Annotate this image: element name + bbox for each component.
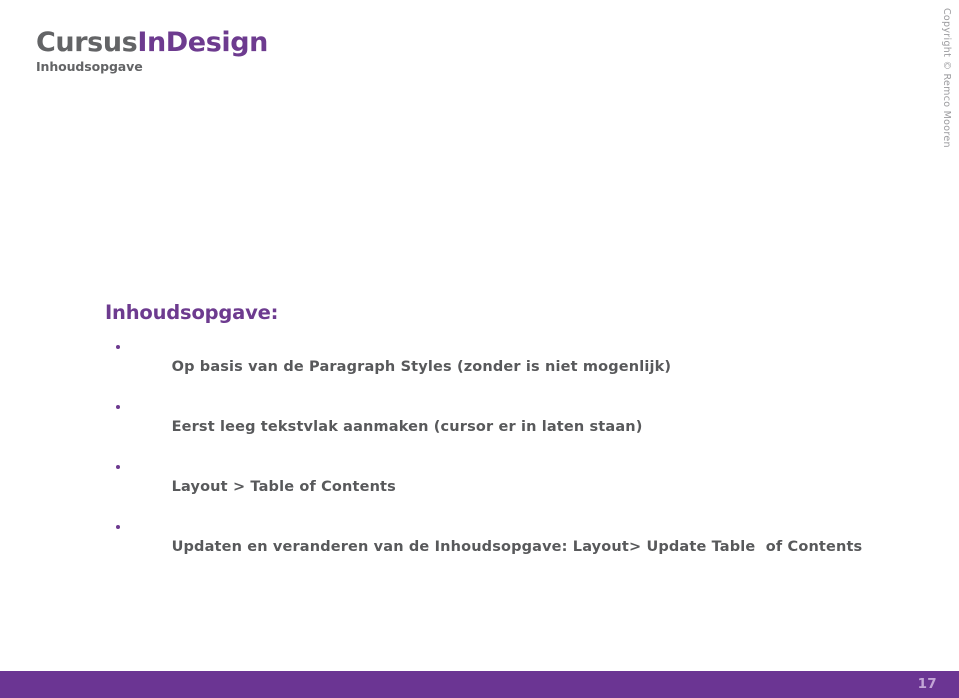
footer-bar: 17 [0,671,959,698]
slide-canvas: CursusInDesign Inhoudsopgave Copyright ©… [0,0,959,698]
slide-content: Inhoudsopgave: Op basis van de Paragraph… [105,300,925,577]
logo-subtitle: Inhoudsopgave [36,59,143,74]
list-item-label: Op basis van de Paragraph Styles (zonder… [171,359,672,375]
list-item: Layout > Table of Contents [105,457,925,517]
list-item-label: Eerst leeg tekstvlak aanmaken (cursor er… [171,419,643,435]
page-number: 17 [917,676,937,692]
copyright-notice: Copyright © Remco Mooren [937,0,955,160]
bullet-dot-icon [116,405,120,409]
copyright-text: Copyright © Remco Mooren [941,8,952,148]
list-item: Op basis van de Paragraph Styles (zonder… [105,337,925,397]
logo-title-gray-part: Cursus [36,27,138,58]
logo-title-purple-part: InDesign [137,27,268,58]
list-item-label: Updaten en veranderen van de Inhoudsopga… [171,539,863,555]
bullet-dot-icon [116,525,120,529]
list-item: Updaten en veranderen van de Inhoudsopga… [105,517,925,577]
list-item: Eerst leeg tekstvlak aanmaken (cursor er… [105,397,925,457]
bullet-dot-icon [116,465,120,469]
list-item-label: Layout > Table of Contents [171,479,396,495]
bullet-dot-icon [116,345,120,349]
logo-block: CursusInDesign Inhoudsopgave [36,28,268,75]
page-title: Inhoudsopgave: [105,301,279,324]
bullet-list: Op basis van de Paragraph Styles (zonder… [105,337,925,577]
logo-title: CursusInDesign [36,28,268,58]
